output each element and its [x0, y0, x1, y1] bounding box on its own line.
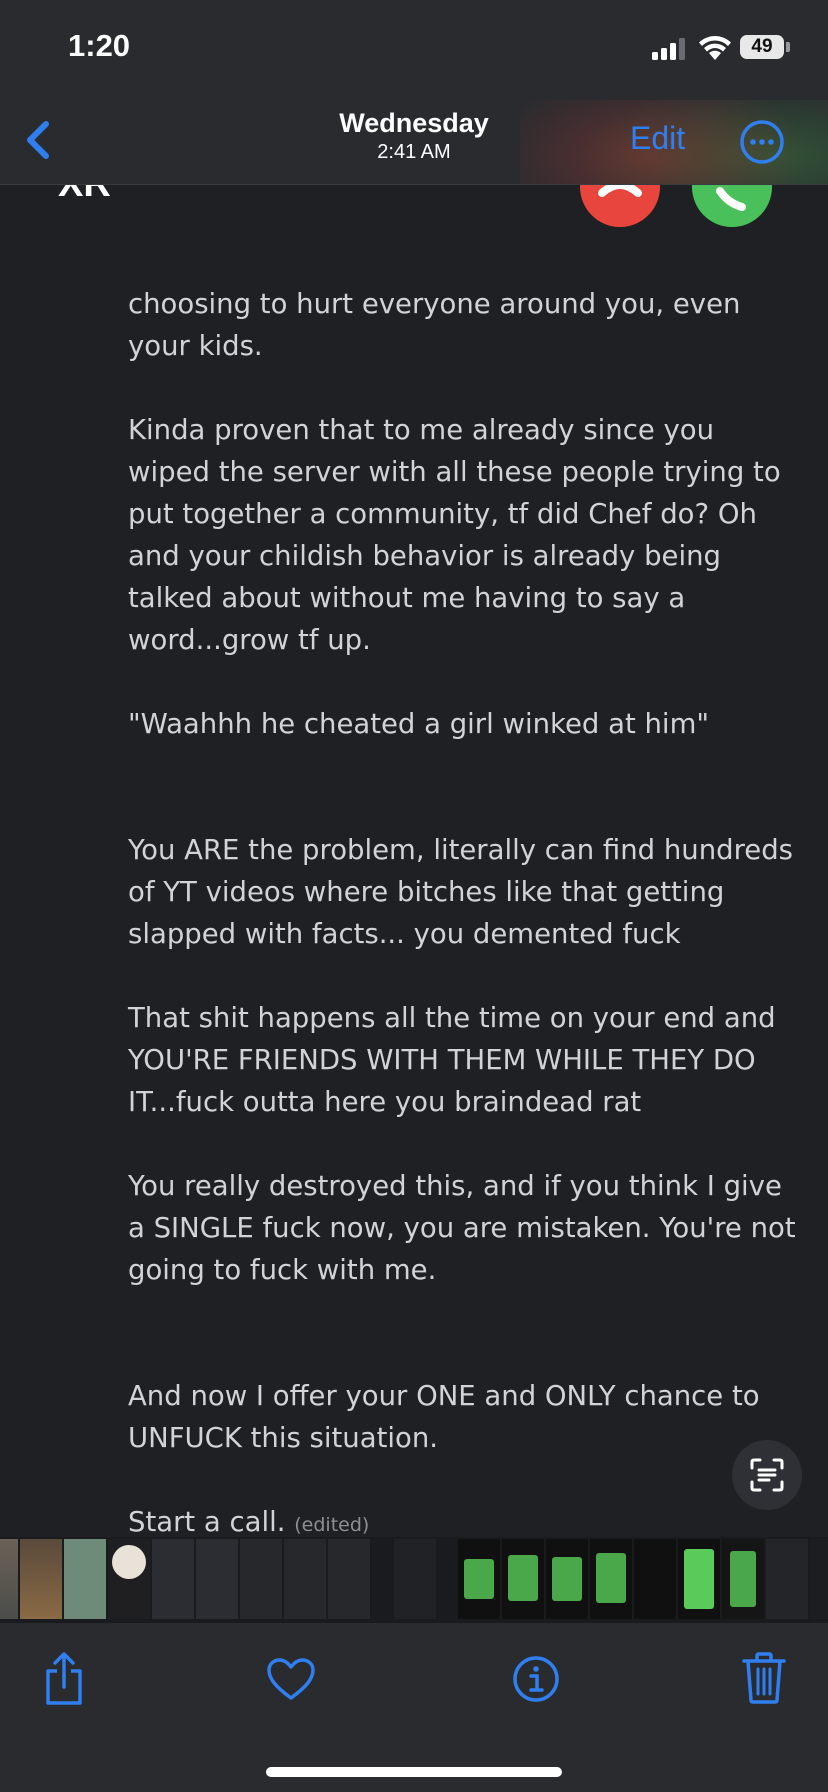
thumbnail[interactable] — [722, 1539, 764, 1619]
thumbnail-bubbles — [552, 1557, 582, 1601]
message-paragraph: You ARE the problem, literally can find … — [128, 834, 793, 950]
status-bar: 1:20 49 — [0, 0, 828, 100]
thumbnail-bubbles — [596, 1553, 626, 1603]
message-paragraph: And now I offer your ONE and ONLY chance… — [128, 1380, 760, 1454]
message-paragraph: That shit happens all the time on your e… — [128, 1002, 776, 1118]
message-last-line: Start a call. (edited) — [128, 1501, 798, 1537]
nav-title-group: Wednesday 2:41 AM — [0, 108, 828, 164]
thumbnail[interactable] — [590, 1539, 632, 1619]
nav-title: Wednesday — [339, 108, 489, 138]
thumbnail[interactable] — [546, 1539, 588, 1619]
thumbnail[interactable] — [284, 1539, 326, 1619]
status-time: 1:20 — [68, 28, 131, 63]
message-paragraph: You really destroyed this, and if you th… — [128, 1170, 796, 1286]
thumbnail[interactable] — [394, 1539, 436, 1619]
thumbnail[interactable] — [20, 1539, 62, 1619]
thumbnail[interactable] — [766, 1539, 808, 1619]
home-indicator[interactable] — [266, 1767, 562, 1777]
edit-button[interactable]: Edit — [630, 120, 685, 157]
thumbnail[interactable] — [0, 1539, 18, 1619]
heart-icon[interactable] — [266, 1657, 316, 1701]
thumbnail[interactable] — [634, 1539, 676, 1619]
battery-tip-icon — [786, 42, 790, 52]
edited-tag: (edited) — [294, 1514, 370, 1536]
message-text: choosing to hurt everyone around you, ev… — [128, 283, 798, 1537]
message-paragraph: Start a call. — [128, 1506, 286, 1537]
thumbnail[interactable] — [502, 1539, 544, 1619]
thumbnail-logo — [112, 1545, 146, 1579]
battery-level: 49 — [740, 35, 784, 59]
thumbnail-bubbles — [508, 1555, 538, 1601]
thumbnail[interactable] — [458, 1539, 500, 1619]
bottom-toolbar — [0, 1623, 828, 1792]
share-icon[interactable] — [40, 1651, 88, 1707]
thumbnail[interactable] — [152, 1539, 194, 1619]
accept-call-icon — [692, 185, 772, 227]
message-paragraph: "Waahhh he cheated a girl winked at him" — [128, 708, 710, 740]
thumbnail[interactable] — [810, 1539, 828, 1619]
wifi-icon — [699, 36, 731, 60]
sender-name: XR — [58, 185, 111, 206]
message-paragraph: choosing to hurt everyone around you, ev… — [128, 288, 741, 362]
cellular-signal-icon — [652, 38, 685, 60]
live-text-button[interactable] — [732, 1440, 802, 1510]
live-text-icon — [750, 1458, 784, 1492]
nav-subtitle: 2:41 AM — [377, 141, 451, 163]
thumbnail-strip[interactable] — [0, 1537, 828, 1623]
photo-viewer[interactable]: XR choosing to hurt everyone around you,… — [0, 185, 828, 1537]
thumbnail[interactable] — [64, 1539, 106, 1619]
thumbnail-bubbles — [730, 1551, 756, 1607]
navigation-bar: Wednesday 2:41 AM Edit — [0, 100, 828, 185]
thumbnail[interactable] — [678, 1539, 720, 1619]
thumbnail[interactable] — [108, 1539, 150, 1619]
ellipsis-circle-icon[interactable] — [738, 118, 786, 166]
message-paragraph: Kinda proven that to me already since yo… — [128, 414, 781, 656]
thumbnail-bubbles — [684, 1549, 714, 1609]
decline-call-icon — [580, 185, 660, 227]
thumbnail[interactable] — [240, 1539, 282, 1619]
trash-icon[interactable] — [742, 1651, 786, 1705]
thumbnail-bubbles — [464, 1559, 494, 1599]
thumbnail[interactable] — [328, 1539, 370, 1619]
thumbnail[interactable] — [196, 1539, 238, 1619]
info-icon[interactable] — [512, 1655, 560, 1703]
